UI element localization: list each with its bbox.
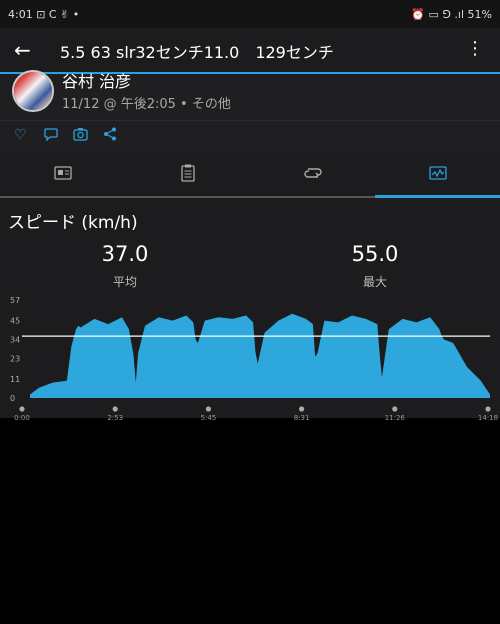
x-tick-label: 14:18 [478, 414, 498, 420]
x-tick-dot [19, 406, 25, 412]
y-tick-label: 0 [10, 394, 15, 403]
chart-icon [428, 166, 447, 180]
x-tick-label: 11:26 [385, 414, 406, 420]
avg-speed-label: 平均 [112, 275, 137, 289]
tab-details[interactable] [125, 151, 250, 195]
comment-icon[interactable] [44, 127, 58, 145]
speed-chart[interactable]: 57 45 34 23 11 0 0:00 2:53 5:45 8:31 11:26 14:18 [0, 290, 500, 420]
x-tick-dot [392, 406, 398, 412]
speed-area [30, 313, 490, 398]
avg-speed-value: 37.0 [101, 242, 149, 266]
camera-icon[interactable] [73, 127, 88, 145]
y-tick-label: 45 [10, 317, 20, 326]
y-tick-label: 23 [10, 354, 20, 363]
summary-icon [53, 166, 72, 180]
activity-meta: 11/12 @ 午後2:05 • その他 [62, 97, 231, 112]
x-tick-label: 0:00 [14, 414, 30, 420]
max-speed-label: 最大 [362, 275, 387, 289]
x-tick-dot [485, 406, 491, 412]
avatar[interactable] [12, 70, 54, 112]
athlete-name[interactable]: 谷村 治彦 [62, 68, 131, 92]
tab-bar [0, 151, 500, 197]
x-tick-label: 2:53 [107, 414, 123, 420]
back-arrow-icon[interactable]: ← [14, 38, 31, 62]
x-tick-dot [299, 406, 305, 412]
action-row: ♡ [0, 120, 500, 152]
overflow-menu-icon[interactable]: ⋮ [466, 38, 484, 59]
x-tick-dot [205, 406, 211, 412]
app-title: 5.5 63 slr32センチ11.0 129センチ [60, 43, 334, 62]
x-tick-dot [112, 406, 118, 412]
x-tick-label: 5:45 [201, 414, 217, 420]
y-tick-label: 57 [10, 296, 20, 305]
x-tick-label: 8:31 [294, 414, 310, 420]
loop-icon [303, 168, 322, 178]
share-icon[interactable] [103, 127, 117, 145]
max-speed-value: 55.0 [351, 242, 399, 266]
tab-summary[interactable] [0, 151, 125, 195]
status-right: ⏰ ▭ ⅁ .ıl 51% [411, 8, 492, 21]
y-tick-label: 11 [10, 375, 20, 384]
status-time: 4:01 ⊡ C ✌ • [8, 8, 80, 21]
like-heart-icon[interactable]: ♡ [14, 127, 27, 143]
chart-title: スピード (km/h) [8, 213, 138, 233]
activity-header: 谷村 治彦 11/12 @ 午後2:05 • その他 [0, 70, 500, 120]
tab-laps[interactable] [250, 151, 375, 195]
tab-charts[interactable] [375, 151, 500, 195]
status-bar: 4:01 ⊡ C ✌ • ⏰ ▭ ⅁ .ıl 51% [0, 0, 500, 28]
clipboard-icon [180, 164, 195, 182]
y-tick-label: 34 [10, 336, 20, 345]
